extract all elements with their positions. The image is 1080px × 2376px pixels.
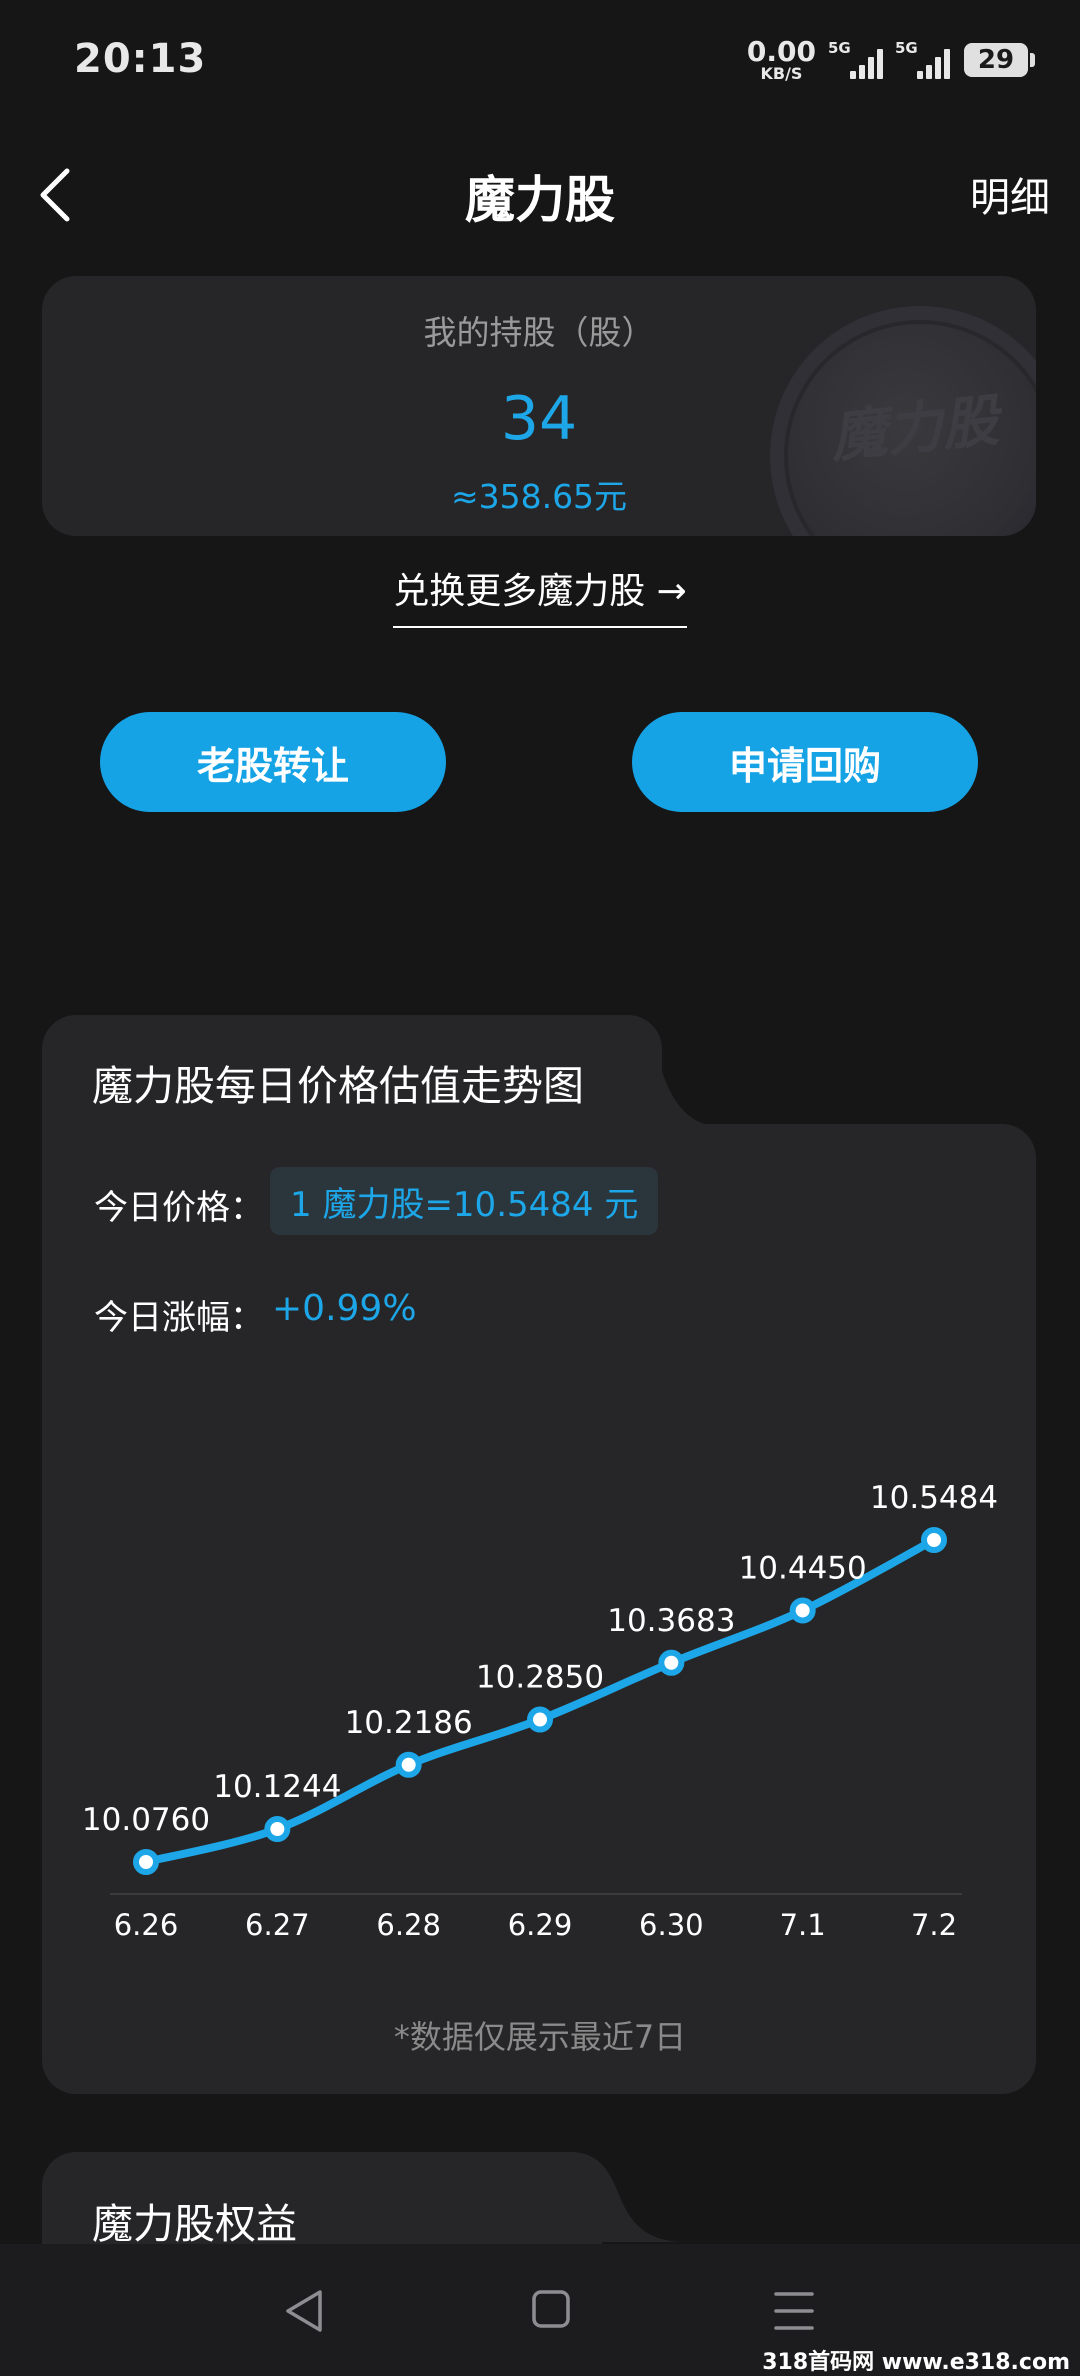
today-change-label: 今日涨幅： (94, 1298, 264, 1338)
chart-tab-curve (600, 1015, 720, 1127)
network-type-label: 5G (895, 39, 918, 57)
data-point (133, 1849, 159, 1875)
battery-icon: 29 (964, 43, 1035, 77)
today-price-value: 1 魔力股=10.5484 元 (270, 1167, 659, 1235)
series-line (142, 1536, 938, 1866)
chart-card-title: 魔力股每日价格估值走势图 (92, 1062, 584, 1110)
x-tick-label: 6.30 (639, 1908, 704, 1942)
exchange-more-label: 兑换更多魔力股 → (393, 571, 687, 628)
apply-buyback-button[interactable]: 申请回购 (632, 712, 978, 812)
nav-menu-icon[interactable] (774, 2290, 814, 2332)
data-point (264, 1816, 291, 1843)
chart-footnote: *数据仅展示最近7日 (393, 2018, 687, 2056)
x-tick-label: 6.26 (114, 1908, 179, 1942)
data-label: 10.4450 (739, 1550, 867, 1586)
page-title: 魔力股 (465, 171, 615, 229)
battery-level: 29 (977, 45, 1015, 75)
x-tick-label: 6.29 (508, 1908, 573, 1942)
net-speed-unit: KB/S (760, 64, 803, 83)
transfer-shares-button[interactable]: 老股转让 (100, 712, 446, 812)
x-tick-label: 6.28 (376, 1908, 441, 1942)
data-point (789, 1597, 816, 1624)
data-label: 10.2186 (345, 1705, 473, 1741)
holdings-value: 34 (500, 384, 578, 454)
exchange-more-link[interactable]: 兑换更多魔力股 → (0, 562, 1080, 628)
x-tick-label: 7.1 (780, 1908, 826, 1942)
holdings-label: 我的持股（股） (423, 313, 655, 352)
data-label: 10.2850 (476, 1660, 604, 1696)
rights-card-title: 魔力股权益 (92, 2200, 297, 2248)
data-point (921, 1527, 947, 1553)
network-type-label: 5G (828, 39, 851, 57)
data-label: 10.3683 (607, 1603, 735, 1639)
data-point (395, 1751, 422, 1778)
rights-tab-curve (560, 2152, 680, 2242)
signal-icon-sim1: 5G (828, 39, 883, 79)
detail-link[interactable]: 明细 (970, 165, 1050, 223)
holdings-approx-value: ≈358.65元 (450, 477, 628, 516)
status-icons: 0.00 KB/S 5G 5G 29 (747, 38, 1035, 82)
today-change-value: +0.99% (272, 1288, 417, 1329)
status-time: 20:13 (74, 36, 207, 82)
data-label: 10.0760 (82, 1802, 210, 1838)
net-speed-value: 0.00 (746, 35, 816, 68)
net-speed: 0.00 KB/S (747, 38, 816, 82)
data-label: 10.1244 (213, 1769, 341, 1805)
data-label: 10.5484 (870, 1480, 998, 1516)
data-point (527, 1706, 553, 1733)
x-tick-label: 6.27 (245, 1908, 310, 1942)
watermark: 318首码网 www.e318.com (762, 2350, 1070, 2375)
signal-icon-sim2: 5G (895, 39, 950, 79)
holdings-card: 魔力股 我的持股（股） 34 ≈358.65元 (42, 276, 1036, 536)
price-trend-chart: 10.0760 6.26 10.1244 6.27 10.2186 6.28 10.2850… (82, 1480, 998, 1942)
today-price-label: 今日价格： (94, 1188, 264, 1228)
nav-home-icon[interactable] (530, 2288, 574, 2332)
x-tick-label: 7.2 (911, 1908, 957, 1942)
nav-back-icon[interactable] (280, 2286, 330, 2336)
data-point (658, 1649, 685, 1676)
